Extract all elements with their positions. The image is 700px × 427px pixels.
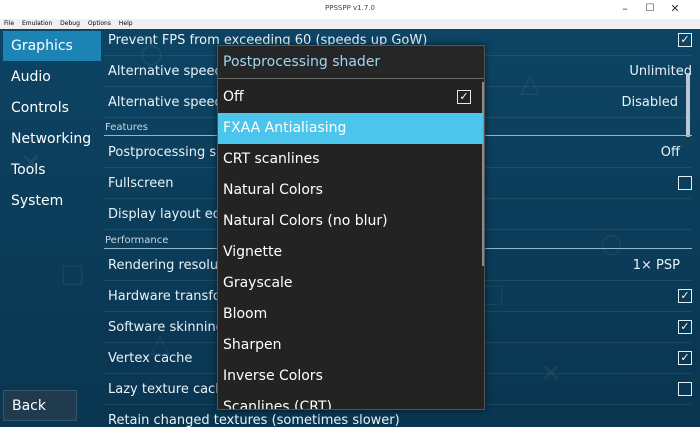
tab-tools[interactable]: Tools [3, 155, 101, 185]
close-icon[interactable]: ✕ [665, 1, 685, 17]
setting-label: Lazy texture cach [108, 382, 224, 397]
option-label: CRT scanlines [223, 151, 320, 167]
setting-label: Postprocessing s [108, 145, 217, 160]
window-titlebar: PPSSPP v1.7.0 – ☐ ✕ [0, 0, 700, 19]
menu-options[interactable]: Options [88, 19, 111, 29]
menu-bar: File Emulation Debug Options Help [0, 19, 700, 29]
setting-value: 1× PSP [632, 258, 680, 273]
setting-label: Rendering resolu [108, 258, 219, 273]
option-item[interactable]: Grayscale [218, 268, 483, 299]
window-title: PPSSPP v1.7.0 [325, 4, 375, 12]
tab-controls[interactable]: Controls [3, 93, 101, 123]
setting-value: Off [660, 145, 680, 160]
option-item-selected[interactable]: FXAA Antialiasing [218, 113, 483, 144]
maximize-icon[interactable]: ☐ [640, 1, 660, 17]
tab-graphics[interactable]: Graphics [3, 31, 101, 61]
option-label: Inverse Colors [223, 368, 323, 384]
checkbox-checked[interactable]: ✓ [678, 320, 692, 334]
setting-label: Alternative speed [108, 95, 223, 110]
tab-networking[interactable]: Networking [3, 124, 101, 154]
setting-label: Hardware transfo [108, 289, 221, 304]
option-item[interactable]: Natural Colors (no blur) [218, 206, 483, 237]
option-label: Natural Colors [223, 182, 323, 198]
option-item[interactable]: Natural Colors [218, 175, 483, 206]
postprocessing-shader-popup: Postprocessing shader Off ✓ FXAA Antiali… [217, 45, 485, 410]
tab-system[interactable]: System [3, 186, 101, 216]
setting-label: Display layout ed [108, 207, 221, 222]
option-item[interactable]: Scanlines (CRT) [218, 392, 483, 410]
checkbox-unchecked[interactable] [678, 382, 692, 396]
option-item[interactable]: Bloom [218, 299, 483, 330]
menu-emulation[interactable]: Emulation [22, 19, 52, 29]
settings-sidebar: Graphics Audio Controls Networking Tools… [0, 29, 104, 427]
option-label: Bloom [223, 306, 268, 322]
setting-label: Software skinning [108, 320, 224, 335]
checkbox-checked[interactable]: ✓ [678, 33, 692, 47]
option-item[interactable]: CRT scanlines [218, 144, 483, 175]
checkbox-checked[interactable]: ✓ [678, 289, 692, 303]
tab-audio[interactable]: Audio [3, 62, 101, 92]
option-label: Vignette [223, 244, 283, 260]
checkbox-checked[interactable]: ✓ [678, 351, 692, 365]
option-label: FXAA Antialiasing [223, 120, 347, 136]
setting-label: Alternative speed [108, 64, 223, 79]
popup-title: Postprocessing shader [218, 46, 484, 79]
menu-help[interactable]: Help [119, 19, 133, 29]
option-label: Off [223, 89, 244, 105]
option-item[interactable]: Off ✓ [218, 82, 483, 113]
checkbox-checked: ✓ [457, 90, 471, 104]
menu-file[interactable]: File [4, 19, 14, 29]
back-button[interactable]: Back [3, 390, 77, 421]
option-label: Scanlines (CRT) [223, 399, 333, 410]
option-item[interactable]: Sharpen [218, 330, 483, 361]
minimize-icon[interactable]: – [615, 1, 635, 17]
setting-label: Vertex cache [108, 351, 193, 366]
option-item[interactable]: Inverse Colors [218, 361, 483, 392]
option-label: Grayscale [223, 275, 293, 291]
setting-value: Unlimited [629, 64, 692, 79]
menu-debug[interactable]: Debug [60, 19, 80, 29]
checkbox-unchecked[interactable] [678, 176, 692, 190]
option-label: Sharpen [223, 337, 282, 353]
setting-label: Fullscreen [108, 176, 174, 191]
option-item[interactable]: Vignette [218, 237, 483, 268]
setting-value: Disabled [621, 95, 678, 110]
option-label: Natural Colors (no blur) [223, 213, 388, 229]
